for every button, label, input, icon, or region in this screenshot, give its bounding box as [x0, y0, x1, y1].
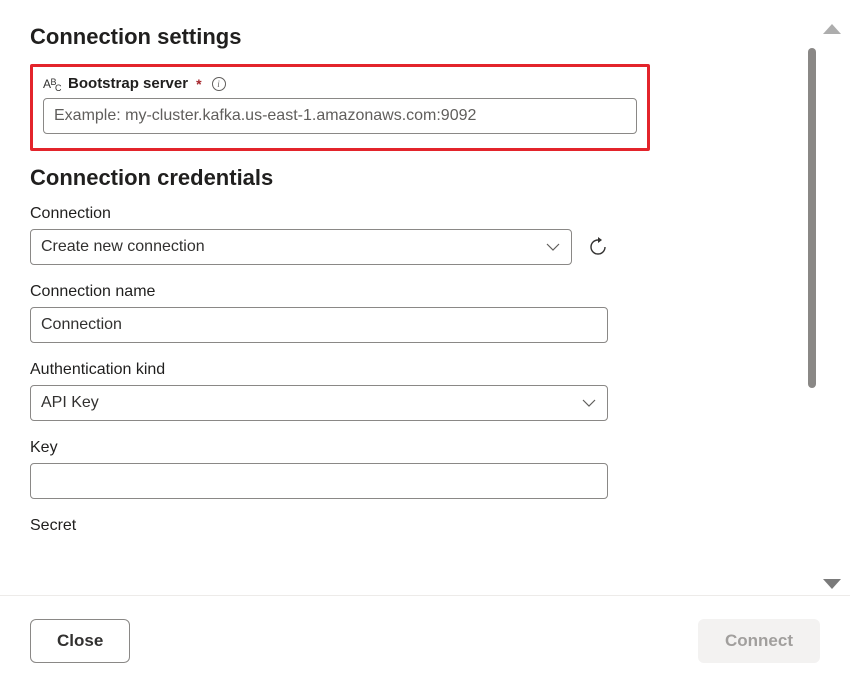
bootstrap-server-highlight: ABC Bootstrap server * i	[30, 64, 650, 151]
connection-select[interactable]: Create new connection	[30, 229, 572, 265]
refresh-icon[interactable]	[588, 237, 608, 257]
connection-dialog: Connection settings ABC Bootstrap server…	[0, 0, 850, 580]
key-field: Key	[30, 439, 608, 499]
bootstrap-server-label-row: ABC Bootstrap server * i	[43, 75, 637, 92]
connection-credentials-heading: Connection credentials	[30, 165, 820, 191]
connection-label: Connection	[30, 205, 608, 223]
key-input[interactable]	[30, 463, 608, 499]
scrollbar-thumb[interactable]	[808, 48, 816, 388]
scroll-down-arrow[interactable]	[823, 579, 841, 589]
bootstrap-server-label: Bootstrap server	[68, 75, 188, 92]
authentication-kind-label: Authentication kind	[30, 361, 608, 379]
info-icon[interactable]: i	[212, 77, 226, 91]
connection-name-label: Connection name	[30, 283, 608, 301]
secret-field: Secret	[30, 517, 608, 535]
connection-settings-heading: Connection settings	[30, 24, 820, 50]
text-type-icon: ABC	[43, 77, 62, 91]
dialog-footer: Close Connect	[0, 595, 850, 685]
scroll-arrows	[820, 24, 844, 589]
scroll-up-arrow[interactable]	[823, 24, 841, 34]
connection-name-field: Connection name	[30, 283, 608, 343]
secret-label: Secret	[30, 517, 608, 535]
connection-field: Connection Create new connection	[30, 205, 608, 265]
connect-button[interactable]: Connect	[698, 619, 820, 663]
key-label: Key	[30, 439, 608, 457]
authentication-kind-select[interactable]: API Key	[30, 385, 608, 421]
required-asterisk: *	[196, 76, 201, 92]
bootstrap-server-input[interactable]	[43, 98, 637, 134]
close-button[interactable]: Close	[30, 619, 130, 663]
authentication-kind-field: Authentication kind API Key	[30, 361, 608, 421]
connection-name-input[interactable]	[30, 307, 608, 343]
